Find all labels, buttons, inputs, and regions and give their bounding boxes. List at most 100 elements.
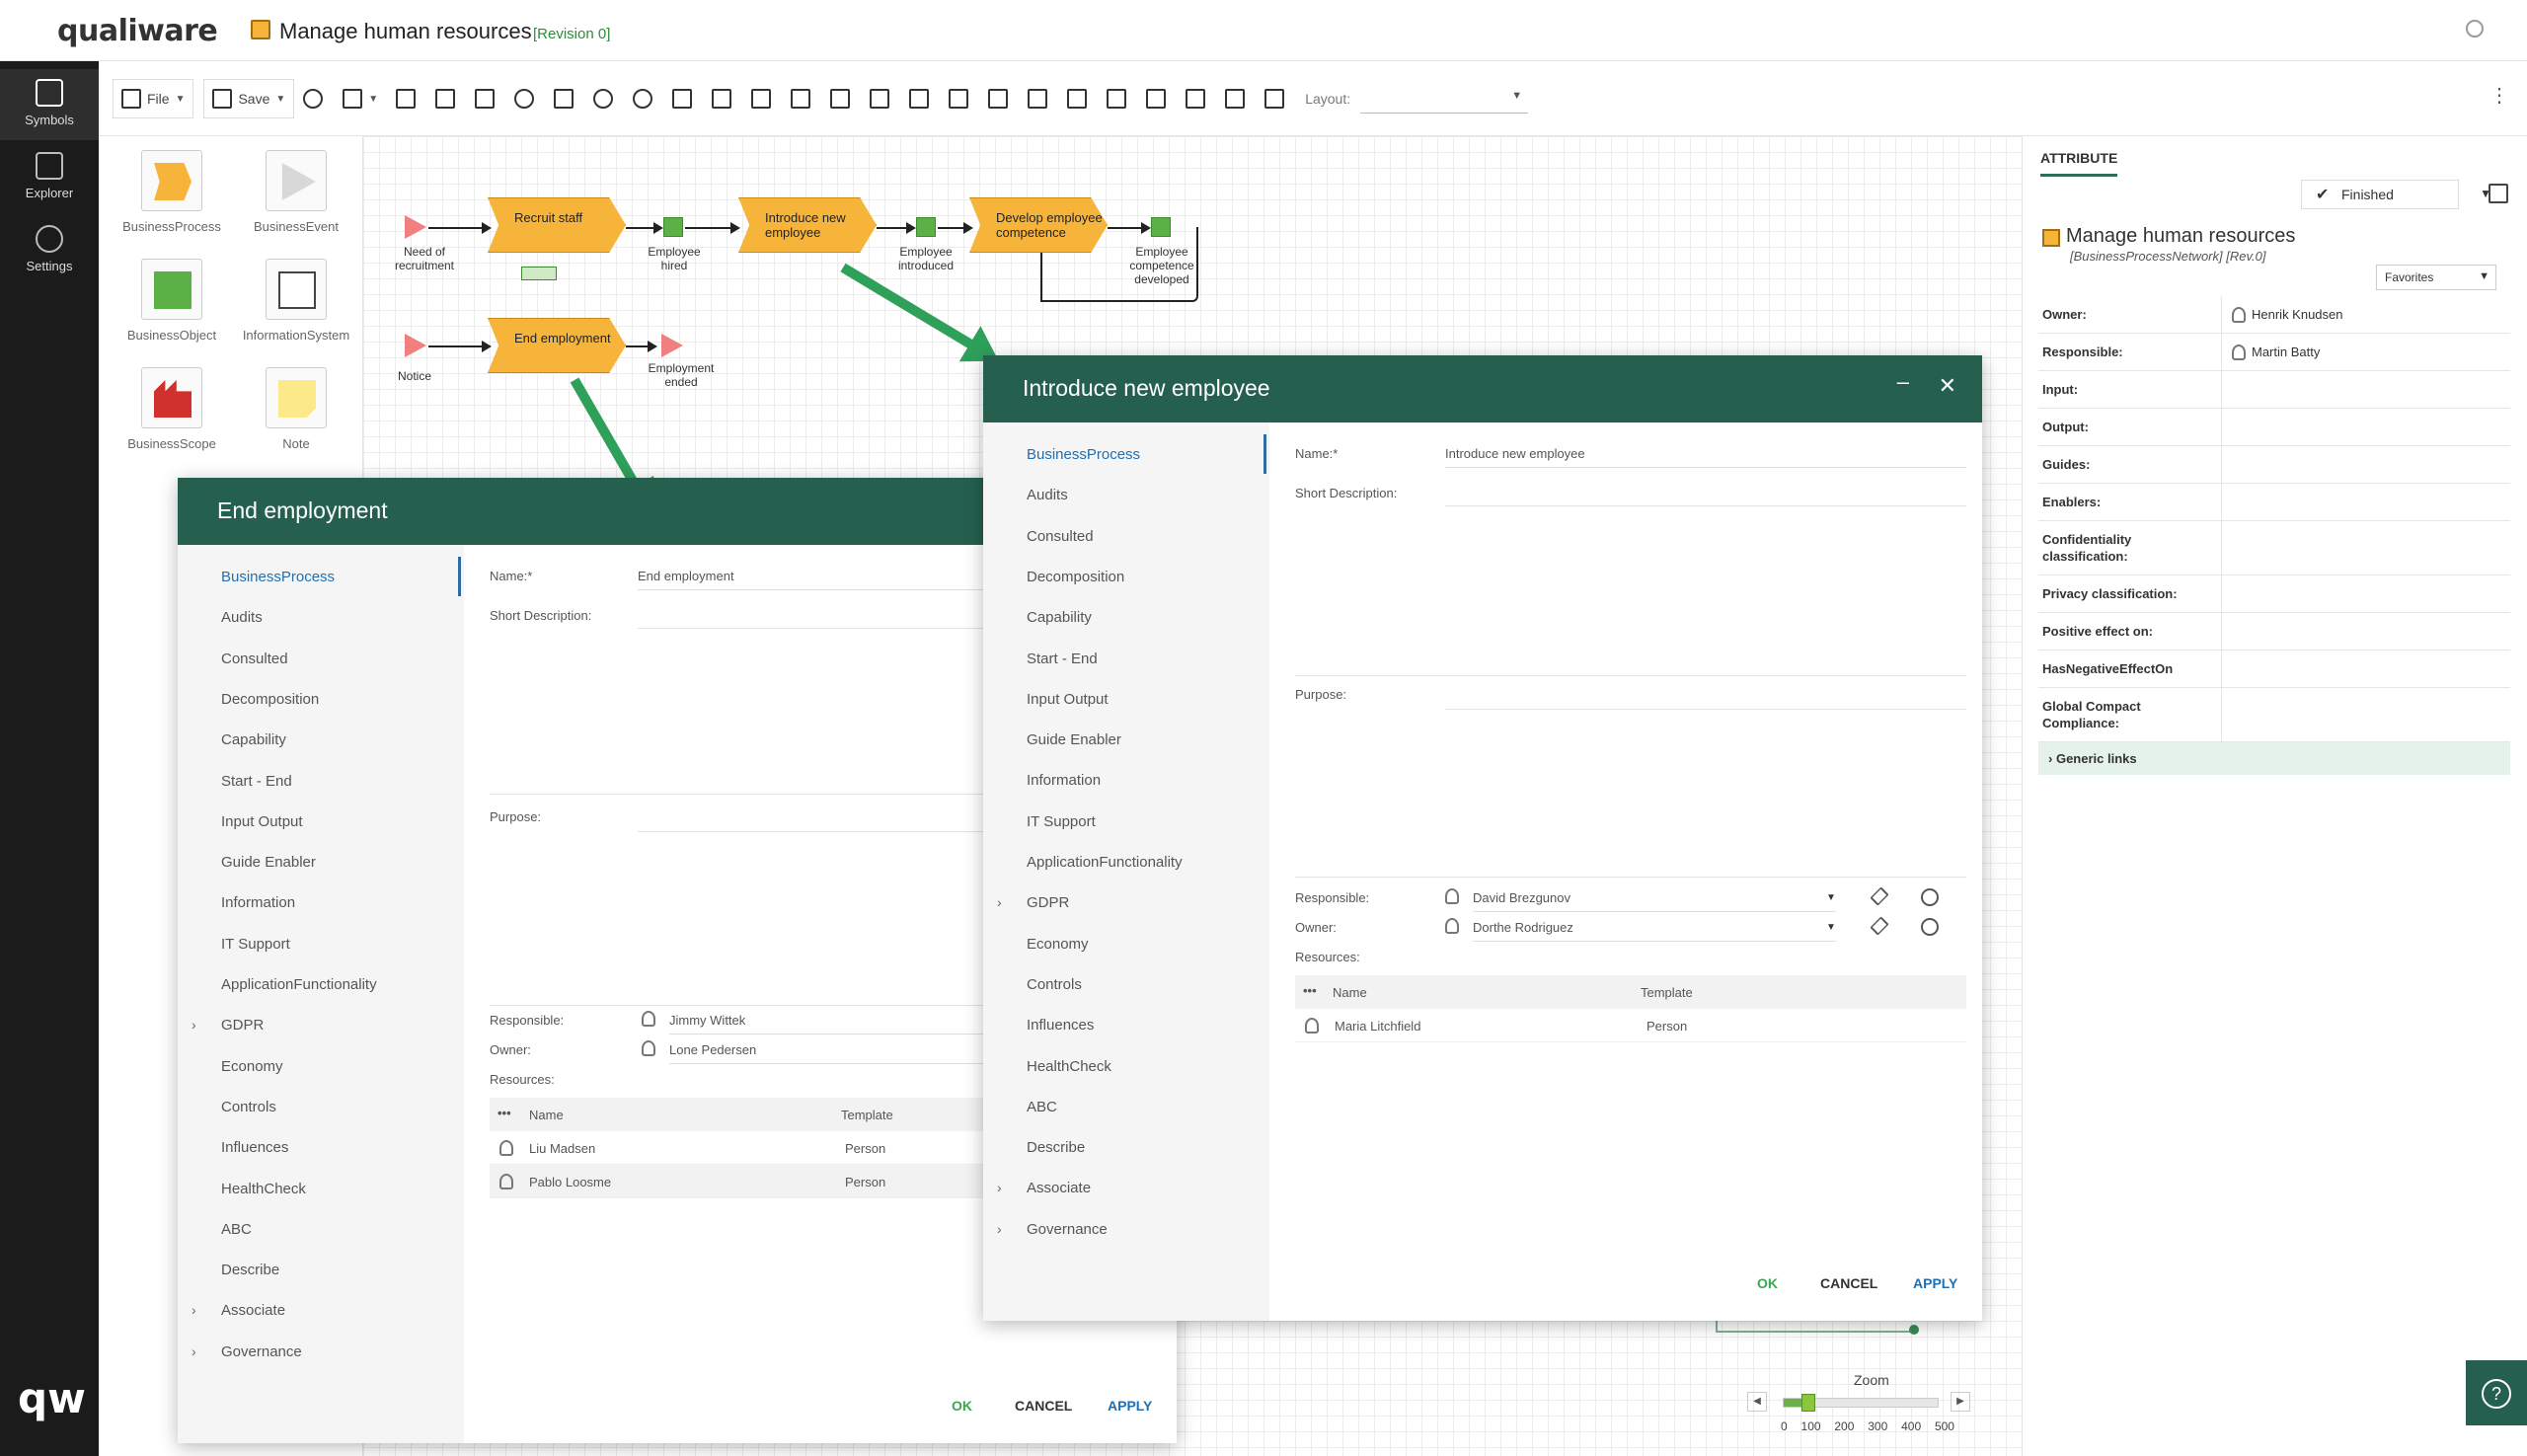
nav-item-abc[interactable]: ABC — [1027, 1099, 1057, 1115]
nav-item-governance[interactable]: Governance — [221, 1343, 302, 1360]
same-width-button[interactable] — [1019, 79, 1058, 118]
send-back-button[interactable] — [703, 79, 742, 118]
cut-button[interactable] — [505, 79, 545, 118]
nav-item-audits[interactable]: Audits — [221, 609, 263, 626]
nav-item-start-end[interactable]: Start - End — [221, 773, 292, 790]
apply-button[interactable]: APPLY — [1108, 1398, 1152, 1414]
more-horizontal-icon[interactable]: ••• — [1303, 983, 1317, 998]
nav-item-associate[interactable]: Associate — [221, 1302, 285, 1319]
distribute-button[interactable] — [979, 79, 1019, 118]
nav-item-describe[interactable]: Describe — [221, 1262, 279, 1278]
nav-item-information[interactable]: Information — [1027, 772, 1101, 789]
object-employee-introduced[interactable] — [916, 217, 936, 237]
responsible-select[interactable]: David Brezgunov — [1473, 890, 1836, 912]
search-person-icon[interactable] — [1921, 888, 1939, 906]
nav-item-businessprocess[interactable]: BusinessProcess — [221, 569, 335, 585]
chevron-right-icon[interactable]: › — [191, 1343, 196, 1359]
process-recruit-staff[interactable]: Recruit staff — [488, 197, 626, 253]
gear-icon[interactable] — [2466, 20, 2484, 38]
nav-item-applicationfunctionality[interactable]: ApplicationFunctionality — [1027, 854, 1183, 871]
nav-item-applicationfunctionality[interactable]: ApplicationFunctionality — [221, 976, 377, 993]
undo-button[interactable] — [584, 79, 624, 118]
nav-item-start-end[interactable]: Start - End — [1027, 651, 1098, 667]
nav-item-decomposition[interactable]: Decomposition — [1027, 569, 1124, 585]
nav-item-capability[interactable]: Capability — [221, 731, 286, 748]
find-button[interactable] — [294, 79, 334, 118]
save-button[interactable]: Save ▼ — [203, 79, 295, 118]
pencil-icon[interactable] — [1870, 916, 1889, 936]
ok-button[interactable]: OK — [1757, 1275, 1778, 1291]
paste-button[interactable] — [545, 79, 584, 118]
attribute-row[interactable]: Global Compact Compliance: — [2038, 688, 2510, 742]
nav-item-gdpr[interactable]: GDPR — [221, 1017, 264, 1034]
format-painter-button[interactable] — [387, 79, 426, 118]
table-row[interactable]: Maria Litchfield Person — [1295, 1009, 1966, 1042]
zoom-slider[interactable] — [1783, 1394, 1939, 1412]
nav-item-economy[interactable]: Economy — [221, 1058, 283, 1075]
actual-size-button[interactable] — [1216, 79, 1256, 118]
nav-item-consulted[interactable]: Consulted — [1027, 528, 1094, 545]
bring-front-button[interactable] — [663, 79, 703, 118]
nav-item-businessprocess[interactable]: BusinessProcess — [1027, 446, 1140, 463]
attribute-row[interactable]: Input: — [2038, 371, 2510, 409]
attribute-row[interactable]: HasNegativeEffectOn — [2038, 651, 2510, 688]
same-height-button[interactable] — [1058, 79, 1098, 118]
attribute-value[interactable]: Martin Batty — [2222, 334, 2330, 370]
tab-attribute[interactable]: ATTRIBUTE — [2040, 150, 2118, 177]
attribute-value[interactable] — [2222, 688, 2242, 741]
event-notice[interactable] — [405, 334, 426, 357]
zoom-out-button[interactable]: ◀ — [1747, 1392, 1767, 1412]
process-introduce-new-employee[interactable]: Introduce new employee — [738, 197, 877, 253]
palette-item-businessevent[interactable]: BusinessEvent — [237, 150, 355, 234]
chevron-right-icon[interactable]: › — [997, 1180, 1002, 1195]
palette-item-businessscope[interactable]: BusinessScope — [113, 367, 231, 451]
rail-item-explorer[interactable]: Explorer — [0, 142, 99, 213]
align-left-button[interactable] — [742, 79, 782, 118]
align-middle-button[interactable] — [900, 79, 940, 118]
redo-button[interactable] — [624, 79, 663, 118]
nav-item-capability[interactable]: Capability — [1027, 609, 1092, 626]
process-end-employment[interactable]: End employment — [488, 318, 626, 373]
chevron-down-icon[interactable]: ▼ — [1826, 892, 1836, 903]
nav-item-governance[interactable]: Governance — [1027, 1221, 1108, 1238]
nav-item-healthcheck[interactable]: HealthCheck — [221, 1181, 306, 1197]
nav-item-influences[interactable]: Influences — [221, 1139, 288, 1156]
connector-button[interactable]: ▼ — [334, 79, 387, 118]
palette-item-informationsystem[interactable]: InformationSystem — [237, 259, 355, 343]
event-employment-ended[interactable] — [661, 334, 683, 357]
nav-item-it-support[interactable]: IT Support — [221, 936, 290, 953]
attribute-value[interactable] — [2222, 521, 2242, 575]
nav-item-healthcheck[interactable]: HealthCheck — [1027, 1058, 1111, 1075]
minimize-icon[interactable]: – — [1897, 369, 1909, 395]
file-button[interactable]: File ▼ — [113, 79, 194, 118]
attribute-value[interactable] — [2222, 409, 2242, 445]
rail-item-symbols[interactable]: Symbols — [0, 69, 99, 140]
ok-button[interactable]: OK — [952, 1398, 972, 1414]
favorites-select[interactable]: Favorites ▼ — [2376, 265, 2496, 290]
cancel-button[interactable]: CANCEL — [1820, 1275, 1877, 1291]
copy-button[interactable] — [466, 79, 505, 118]
nav-item-controls[interactable]: Controls — [1027, 976, 1082, 993]
attribute-value[interactable] — [2222, 575, 2242, 612]
nav-item-input-output[interactable]: Input Output — [1027, 691, 1109, 708]
more-vertical-icon[interactable]: ⋮ — [2489, 83, 2509, 108]
attribute-row[interactable]: Confidentiality classification: — [2038, 521, 2510, 575]
align-center-button[interactable] — [782, 79, 821, 118]
palette-item-businessprocess[interactable]: BusinessProcess — [113, 150, 231, 234]
delete-button[interactable] — [426, 79, 466, 118]
owner-select[interactable]: Dorthe Rodriguez — [1473, 920, 1836, 942]
attribute-row[interactable]: Enablers: — [2038, 484, 2510, 521]
attribute-row[interactable]: Owner: Henrik Knudsen — [2038, 296, 2510, 334]
nav-item-associate[interactable]: Associate — [1027, 1180, 1091, 1196]
align-right-button[interactable] — [821, 79, 861, 118]
nav-item-guide-enabler[interactable]: Guide Enabler — [221, 854, 316, 871]
apply-button[interactable]: APPLY — [1913, 1275, 1957, 1291]
attribute-row[interactable]: Responsible: Martin Batty — [2038, 334, 2510, 371]
space-vertical-button[interactable] — [1177, 79, 1216, 118]
rail-item-settings[interactable]: Settings — [0, 215, 99, 286]
cancel-button[interactable]: CANCEL — [1015, 1398, 1072, 1414]
nav-item-it-support[interactable]: IT Support — [1027, 813, 1096, 830]
more-horizontal-icon[interactable]: ••• — [498, 1106, 511, 1120]
zoom-slider-thumb[interactable] — [1800, 1394, 1815, 1412]
align-bottom-button[interactable] — [940, 79, 979, 118]
